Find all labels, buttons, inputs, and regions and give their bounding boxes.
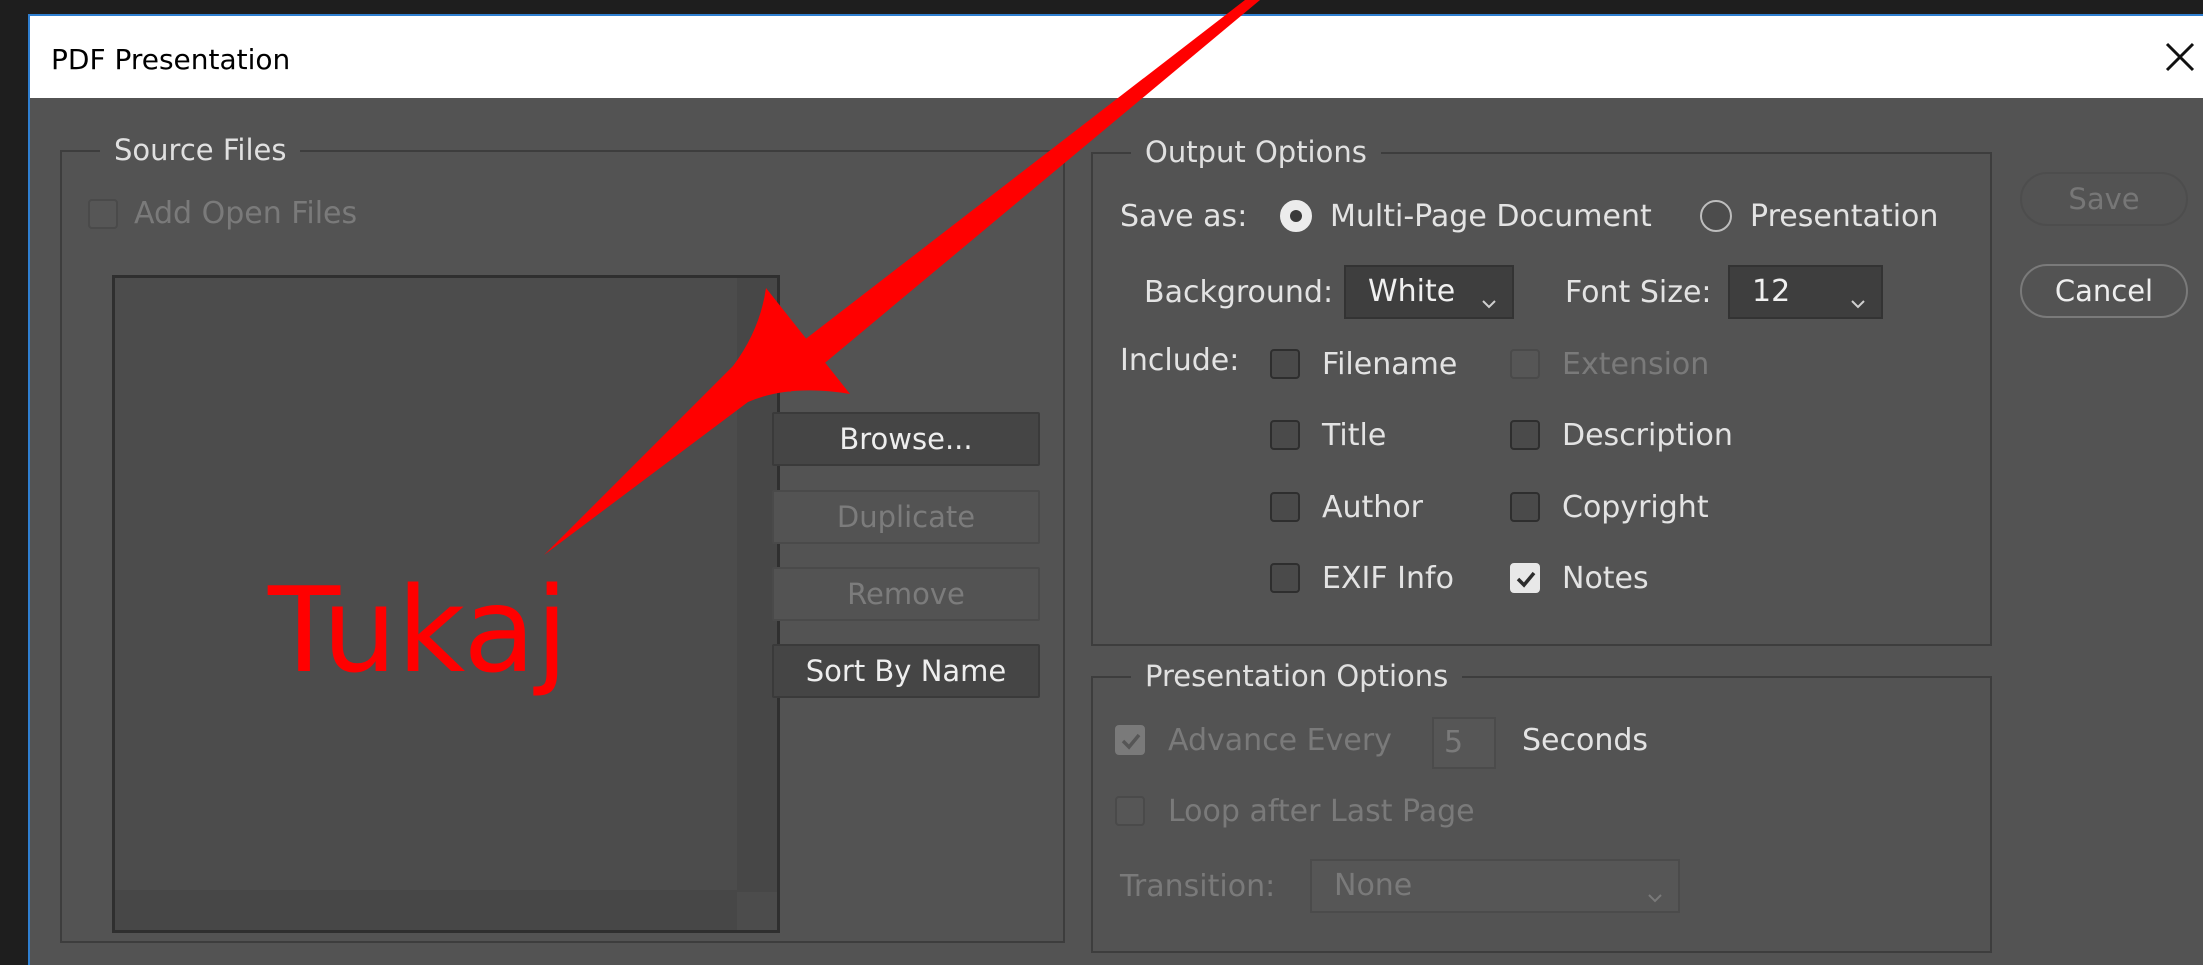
author-label: Author: [1322, 490, 1424, 525]
presentation-label: Presentation: [1750, 199, 1939, 234]
vertical-scrollbar[interactable]: [737, 278, 777, 892]
add-open-files-checkbox[interactable]: [88, 199, 118, 229]
window-title: PDF Presentation: [51, 43, 291, 76]
copyright-checkbox[interactable]: [1510, 492, 1540, 522]
description-checkbox[interactable]: [1510, 420, 1540, 450]
pdf-presentation-dialog: PDF Presentation Source Files Add Open F…: [28, 14, 2203, 965]
include-label: Include:: [1120, 343, 1240, 378]
output-options-label: Output Options: [1131, 135, 1381, 169]
cancel-button[interactable]: Cancel: [2020, 264, 2188, 318]
font-size-select[interactable]: 12: [1728, 265, 1883, 319]
advance-seconds-input[interactable]: 5: [1432, 717, 1496, 769]
checkmark-icon: [1516, 571, 1536, 588]
extension-checkbox[interactable]: [1510, 349, 1540, 379]
annotation-text: Tukaj: [268, 561, 569, 699]
extension-label: Extension: [1562, 347, 1710, 382]
chevron-down-icon: [1644, 875, 1666, 925]
seconds-label: Seconds: [1522, 723, 1649, 758]
transition-select[interactable]: None: [1310, 859, 1680, 913]
background-label: Background:: [1144, 275, 1334, 310]
multi-page-label: Multi-Page Document: [1330, 199, 1652, 234]
title-label: Title: [1322, 418, 1387, 453]
title-bar: PDF Presentation: [30, 16, 2203, 98]
presentation-radio[interactable]: [1700, 200, 1732, 232]
remove-button[interactable]: Remove: [772, 567, 1040, 621]
close-icon[interactable]: [2153, 34, 2203, 78]
notes-checkbox[interactable]: [1510, 563, 1540, 593]
author-checkbox[interactable]: [1270, 492, 1300, 522]
exif-info-label: EXIF Info: [1322, 561, 1454, 596]
loop-label: Loop after Last Page: [1168, 794, 1475, 829]
sort-by-name-button[interactable]: Sort By Name: [772, 644, 1040, 698]
transition-label: Transition:: [1120, 869, 1276, 904]
duplicate-button[interactable]: Duplicate: [772, 490, 1040, 544]
presentation-options-label: Presentation Options: [1131, 659, 1463, 693]
title-checkbox[interactable]: [1270, 420, 1300, 450]
browse-button[interactable]: Browse...: [772, 412, 1040, 466]
copyright-label: Copyright: [1562, 490, 1709, 525]
description-label: Description: [1562, 418, 1733, 453]
background-select[interactable]: White: [1344, 265, 1514, 319]
chevron-down-icon: [1847, 281, 1869, 331]
font-size-label: Font Size:: [1565, 275, 1712, 310]
filename-checkbox[interactable]: [1270, 349, 1300, 379]
save-button[interactable]: Save: [2020, 172, 2188, 226]
add-open-files-label: Add Open Files: [134, 196, 358, 231]
notes-label: Notes: [1562, 561, 1649, 596]
source-files-label: Source Files: [100, 133, 301, 167]
loop-checkbox[interactable]: [1115, 796, 1145, 826]
advance-every-label: Advance Every: [1168, 723, 1392, 758]
save-as-label: Save as:: [1120, 199, 1248, 234]
multi-page-radio[interactable]: [1280, 200, 1312, 232]
transition-value: None: [1334, 868, 1413, 903]
chevron-down-icon: [1478, 281, 1500, 331]
font-size-value: 12: [1752, 274, 1791, 309]
background-value: White: [1368, 274, 1456, 309]
exif-info-checkbox[interactable]: [1270, 563, 1300, 593]
checkmark-icon: [1121, 733, 1141, 750]
filename-label: Filename: [1322, 347, 1458, 382]
advance-every-checkbox[interactable]: [1115, 725, 1145, 755]
horizontal-scrollbar[interactable]: [115, 890, 737, 930]
